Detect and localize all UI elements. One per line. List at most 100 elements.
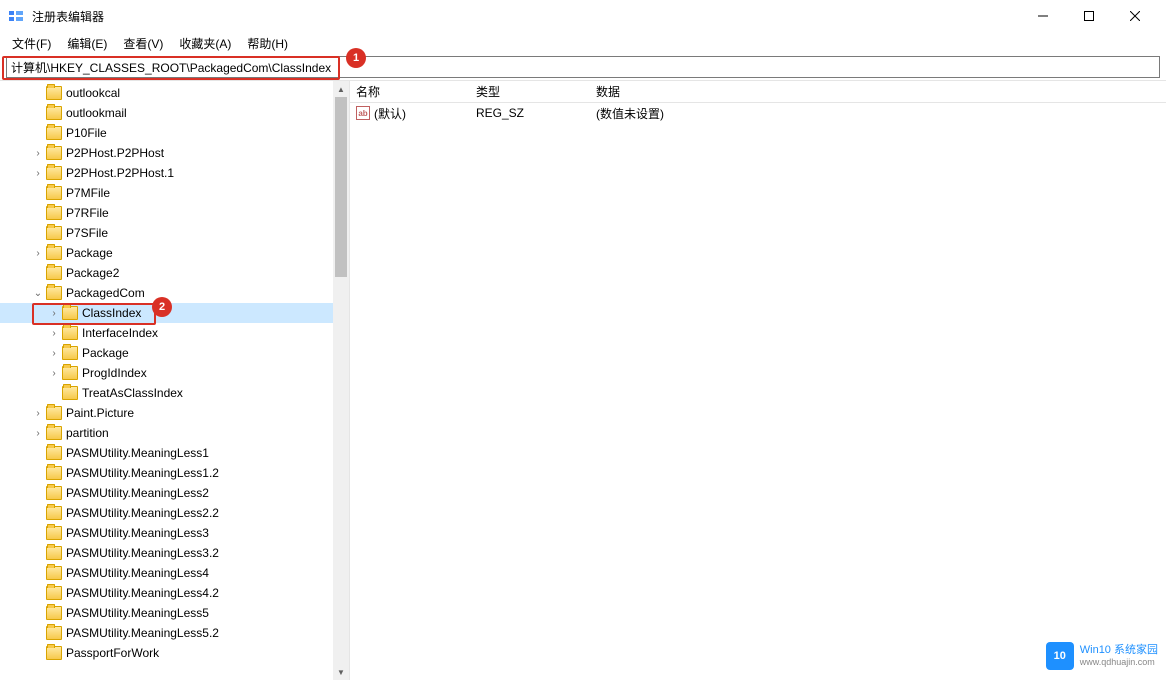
tree-item-classindex[interactable]: ›ClassIndex xyxy=(0,303,349,323)
tree-item-paint-picture[interactable]: › Paint.Picture xyxy=(0,403,349,423)
tree-item-package[interactable]: › Package xyxy=(0,343,349,363)
tree-item-package[interactable]: › Package xyxy=(0,243,349,263)
tree-item-outlookmail[interactable]: outlookmail xyxy=(0,103,349,123)
tree-item-p2phost-p2phost-1[interactable]: ›P2PHost.P2PHost.1 xyxy=(0,163,349,183)
tree-item-label: InterfaceIndex xyxy=(82,326,158,340)
folder-icon xyxy=(46,166,62,180)
tree-item-pasmutility-meaningless4[interactable]: PASMUtility.MeaningLess4 xyxy=(0,563,349,583)
tree-item-pasmutility-meaningless4-2[interactable]: PASMUtility.MeaningLess4.2 xyxy=(0,583,349,603)
tree-panel[interactable]: outlookcaloutlookmailP10File›P2PHost.P2P… xyxy=(0,81,350,680)
folder-icon xyxy=(46,646,62,660)
column-header-name[interactable]: 名称 xyxy=(350,83,470,100)
tree-item-label: PASMUtility.MeaningLess2.2 xyxy=(66,506,219,520)
scroll-up-icon[interactable]: ▲ xyxy=(333,81,349,97)
folder-icon xyxy=(46,286,62,300)
string-value-icon: ab xyxy=(356,106,370,120)
tree-item-label: Package xyxy=(66,246,113,260)
tree-expander-icon[interactable]: › xyxy=(48,348,60,359)
folder-icon xyxy=(46,126,62,140)
watermark-url: www.qdhuajin.com xyxy=(1080,657,1158,668)
tree-item-p7mfile[interactable]: P7MFile xyxy=(0,183,349,203)
tree-item-label: PASMUtility.MeaningLess3.2 xyxy=(66,546,219,560)
close-button[interactable] xyxy=(1112,0,1158,32)
tree-item-pasmutility-meaningless5[interactable]: PASMUtility.MeaningLess5 xyxy=(0,603,349,623)
tree-item-label: P10File xyxy=(66,126,107,140)
column-header-type[interactable]: 类型 xyxy=(470,83,590,100)
tree-item-label: Package xyxy=(82,346,129,360)
tree-item-p10file[interactable]: P10File xyxy=(0,123,349,143)
tree-item-outlookcal[interactable]: outlookcal xyxy=(0,83,349,103)
window-controls xyxy=(1020,0,1158,32)
menu-edit[interactable]: 编辑(E) xyxy=(59,33,115,54)
folder-icon xyxy=(46,246,62,260)
folder-icon xyxy=(62,326,78,340)
tree-item-pasmutility-meaningless5-2[interactable]: PASMUtility.MeaningLess5.2 xyxy=(0,623,349,643)
minimize-button[interactable] xyxy=(1020,0,1066,32)
tree-item-p7rfile[interactable]: P7RFile xyxy=(0,203,349,223)
folder-icon xyxy=(62,306,78,320)
tree-item-label: outlookmail xyxy=(66,106,127,120)
folder-icon xyxy=(46,406,62,420)
annotation-callout-2: 2 xyxy=(152,297,172,317)
maximize-button[interactable] xyxy=(1066,0,1112,32)
tree-item-label: PASMUtility.MeaningLess5.2 xyxy=(66,626,219,640)
menubar: 文件(F) 编辑(E) 查看(V) 收藏夹(A) 帮助(H) xyxy=(0,32,1166,54)
addressbar-container: 计算机\HKEY_CLASSES_ROOT\PackagedCom\ClassI… xyxy=(0,56,1166,78)
tree-item-packagedcom[interactable]: ⌄ PackagedCom xyxy=(0,283,349,303)
tree-item-label: Package2 xyxy=(66,266,119,280)
tree-expander-icon[interactable]: ⌄ xyxy=(32,288,44,299)
tree-item-p2phost-p2phost[interactable]: › P2PHost.P2PHost xyxy=(0,143,349,163)
menu-favorites[interactable]: 收藏夹(A) xyxy=(171,33,239,54)
tree-item-label: Paint.Picture xyxy=(66,406,134,420)
tree-expander-icon[interactable]: › xyxy=(32,248,44,259)
folder-icon xyxy=(46,446,62,460)
column-header-data[interactable]: 数据 xyxy=(590,83,1166,100)
tree-item-progidindex[interactable]: ›ProgIdIndex xyxy=(0,363,349,383)
tree-scrollbar[interactable]: ▲ ▼ xyxy=(333,81,349,680)
tree-expander-icon[interactable]: › xyxy=(48,368,60,379)
tree-item-label: PASMUtility.MeaningLess3 xyxy=(66,526,209,540)
tree-expander-icon[interactable]: › xyxy=(48,328,60,339)
tree-item-label: P2PHost.P2PHost xyxy=(66,146,164,160)
tree-item-pasmutility-meaningless1-2[interactable]: PASMUtility.MeaningLess1.2 xyxy=(0,463,349,483)
tree-item-treatasclassindex[interactable]: TreatAsClassIndex xyxy=(0,383,349,403)
tree-item-label: PackagedCom xyxy=(66,286,145,300)
folder-icon xyxy=(46,146,62,160)
tree-item-pasmutility-meaningless3[interactable]: PASMUtility.MeaningLess3 xyxy=(0,523,349,543)
tree-item-pasmutility-meaningless3-2[interactable]: PASMUtility.MeaningLess3.2 xyxy=(0,543,349,563)
tree-expander-icon[interactable]: › xyxy=(32,408,44,419)
tree-item-label: TreatAsClassIndex xyxy=(82,386,183,400)
main-area: outlookcaloutlookmailP10File›P2PHost.P2P… xyxy=(0,80,1166,680)
tree-expander-icon[interactable]: › xyxy=(48,308,60,319)
folder-icon xyxy=(46,526,62,540)
menu-help[interactable]: 帮助(H) xyxy=(239,33,296,54)
values-header: 名称 类型 数据 xyxy=(350,81,1166,103)
tree-item-label: PASMUtility.MeaningLess1 xyxy=(66,446,209,460)
scroll-down-icon[interactable]: ▼ xyxy=(333,664,349,680)
tree-item-pasmutility-meaningless2-2[interactable]: PASMUtility.MeaningLess2.2 xyxy=(0,503,349,523)
tree-expander-icon[interactable]: › xyxy=(32,168,44,179)
tree-item-label: outlookcal xyxy=(66,86,120,100)
tree-item-partition[interactable]: ›partition xyxy=(0,423,349,443)
tree-item-pasmutility-meaningless1[interactable]: PASMUtility.MeaningLess1 xyxy=(0,443,349,463)
folder-icon xyxy=(46,226,62,240)
tree-item-package2[interactable]: Package2 xyxy=(0,263,349,283)
tree-expander-icon[interactable]: › xyxy=(32,148,44,159)
value-row[interactable]: ab(默认)REG_SZ(数值未设置) xyxy=(350,103,1166,123)
folder-icon xyxy=(62,346,78,360)
tree-item-interfaceindex[interactable]: › InterfaceIndex xyxy=(0,323,349,343)
folder-icon xyxy=(46,606,62,620)
tree-item-p7sfile[interactable]: P7SFile xyxy=(0,223,349,243)
tree-item-pasmutility-meaningless2[interactable]: PASMUtility.MeaningLess2 xyxy=(0,483,349,503)
value-type: REG_SZ xyxy=(470,106,590,120)
tree-item-label: PASMUtility.MeaningLess4 xyxy=(66,566,209,580)
tree-item-passportforwork[interactable]: PassportForWork xyxy=(0,643,349,663)
menu-view[interactable]: 查看(V) xyxy=(115,33,171,54)
scroll-thumb[interactable] xyxy=(335,97,347,277)
tree-item-label: P7MFile xyxy=(66,186,110,200)
menu-file[interactable]: 文件(F) xyxy=(4,33,59,54)
tree-item-label: PASMUtility.MeaningLess5 xyxy=(66,606,209,620)
tree-expander-icon[interactable]: › xyxy=(32,428,44,439)
value-name: (默认) xyxy=(374,105,406,122)
address-input[interactable]: 计算机\HKEY_CLASSES_ROOT\PackagedCom\ClassI… xyxy=(6,56,1160,78)
